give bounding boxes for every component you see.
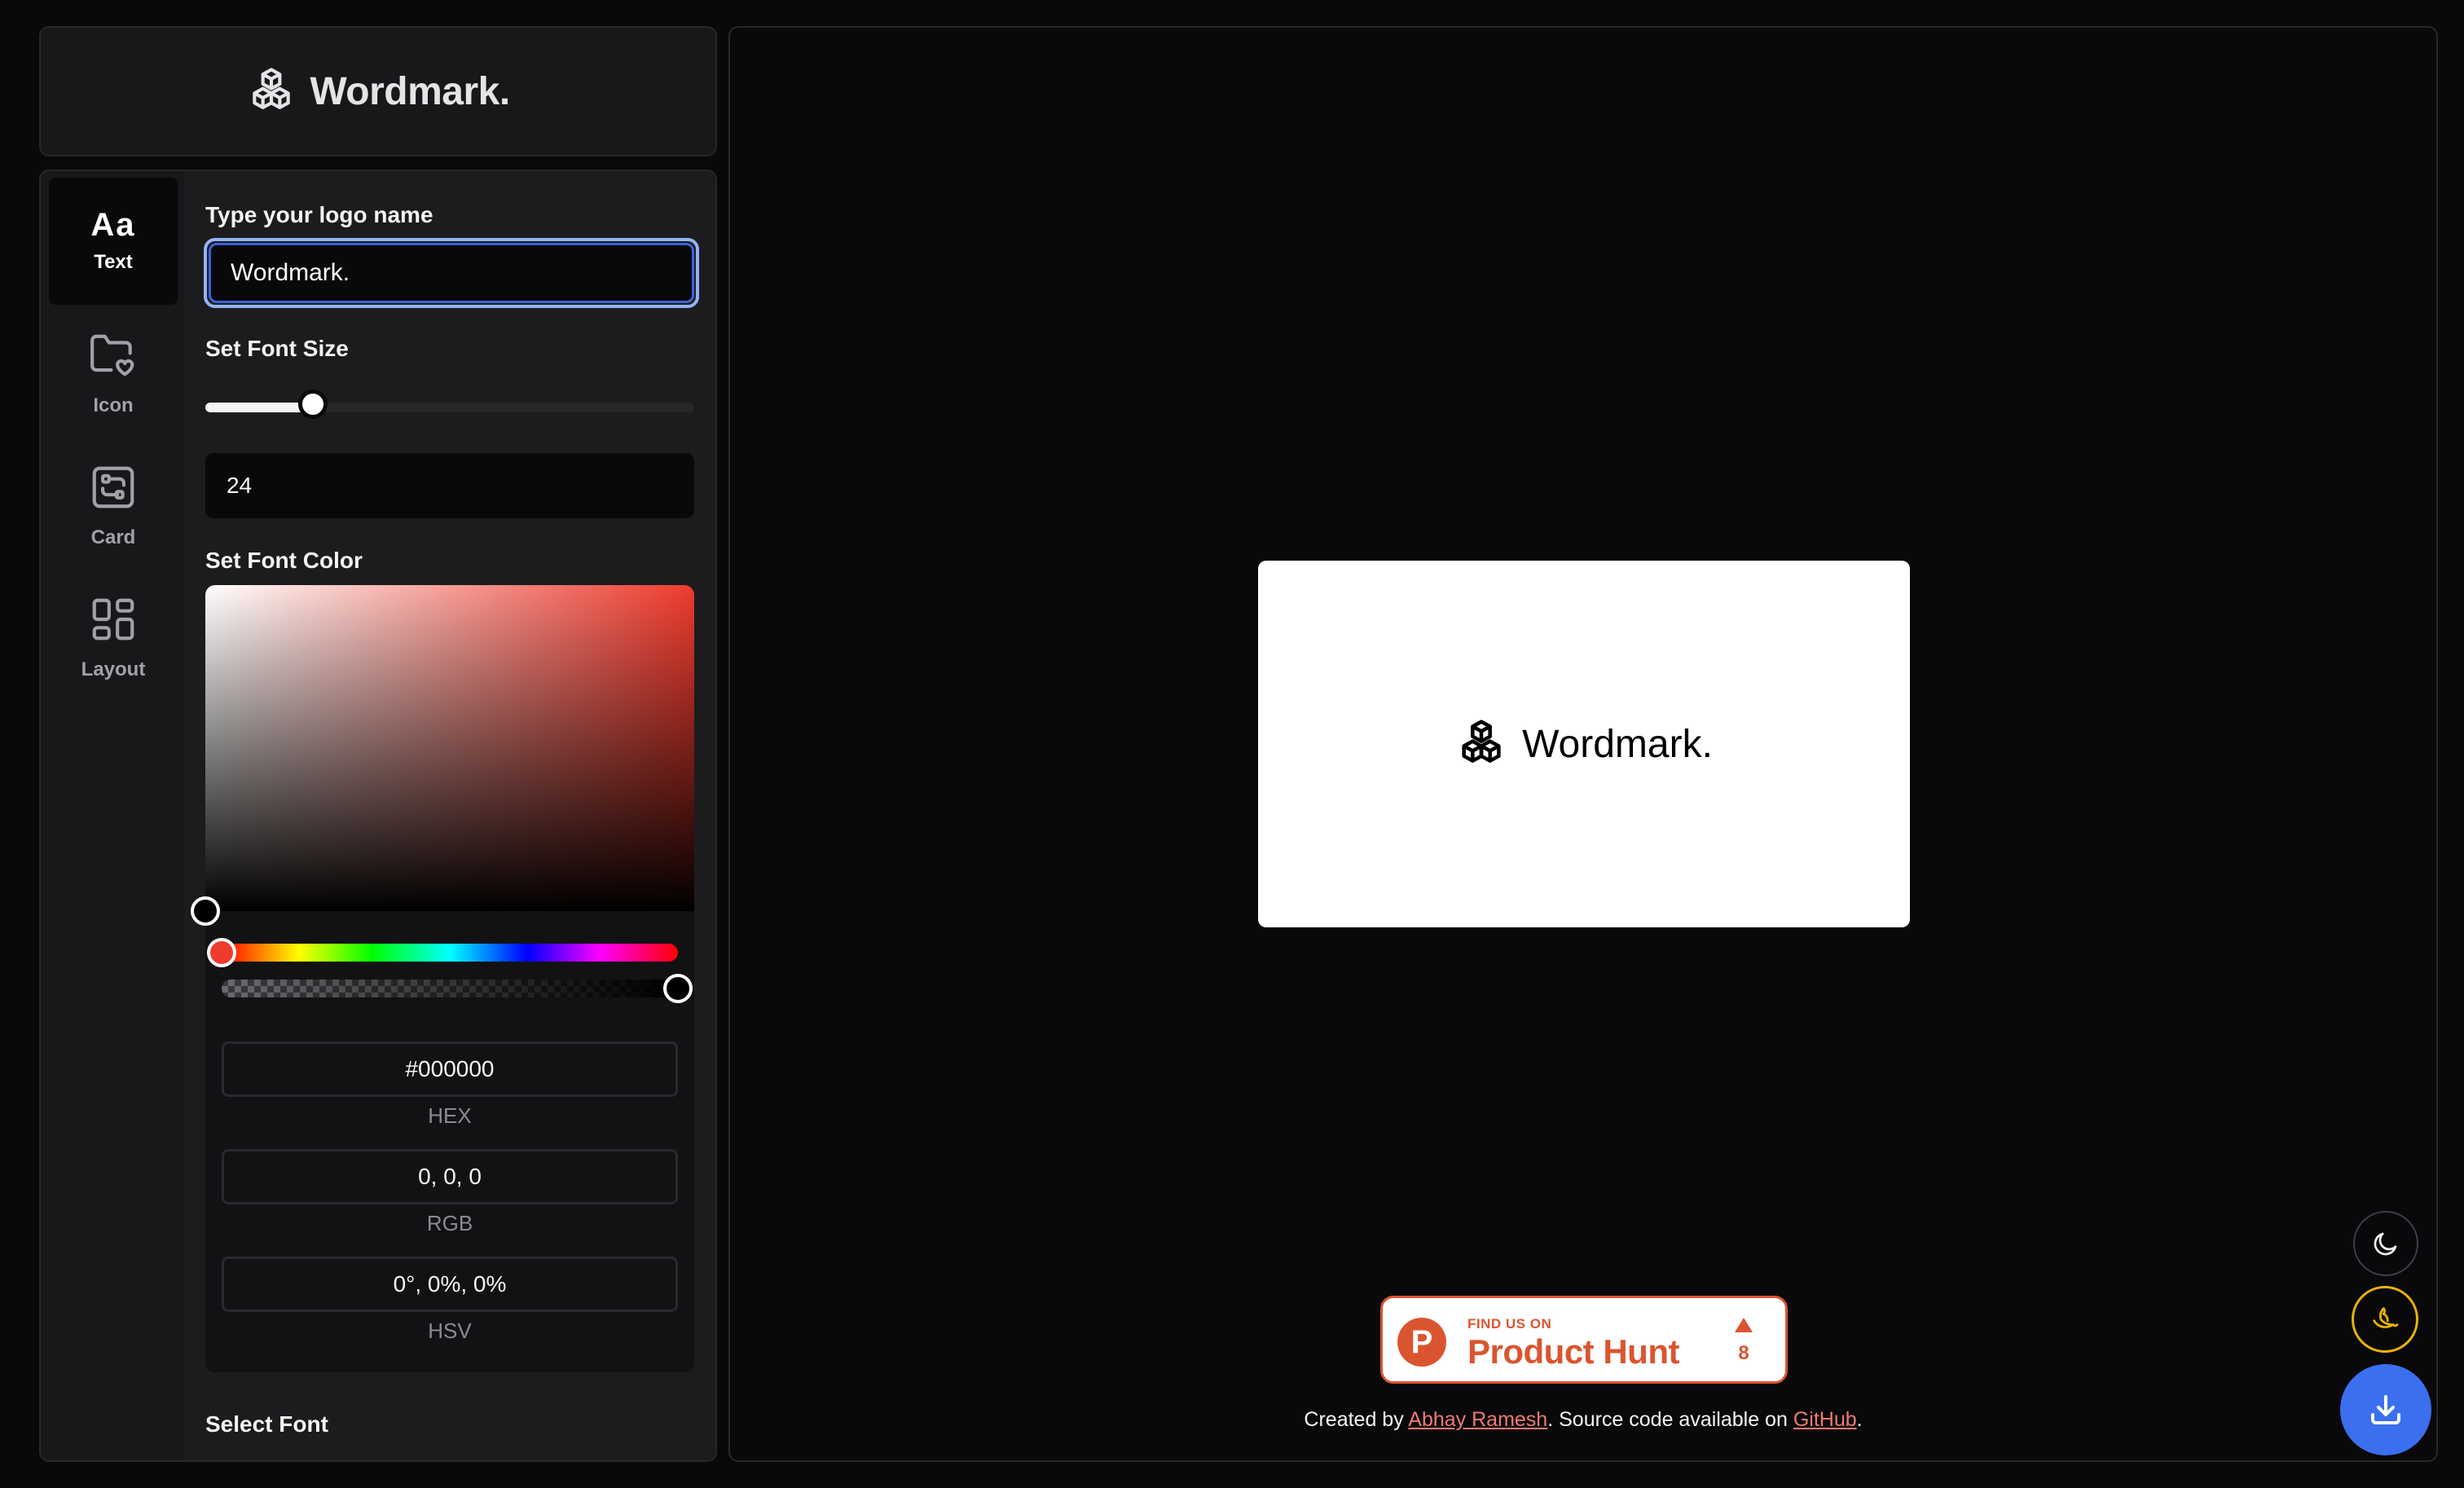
text-controls: Type your logo name Set Font Size 24 Set… [184, 171, 715, 1460]
font-size-slider[interactable] [205, 390, 694, 419]
credits-line: Created by Abhay Ramesh. Source code ava… [730, 1408, 2436, 1432]
moon-icon [2371, 1229, 2400, 1258]
alpha-thumb[interactable] [663, 974, 693, 1003]
alpha-slider[interactable] [222, 974, 693, 1003]
rgb-input[interactable]: 0, 0, 0 [222, 1149, 678, 1204]
select-font-label: Select Font [205, 1411, 328, 1437]
upvote-arrow-icon [1735, 1318, 1753, 1332]
hex-caption: HEX [428, 1103, 472, 1128]
github-link[interactable]: GitHub [1793, 1408, 1857, 1431]
tab-rail: Aa Text Icon Card Layout [41, 171, 184, 1460]
credits-suffix: . [1856, 1408, 1863, 1431]
tab-layout[interactable]: Layout [49, 574, 178, 701]
font-size-slider-thumb[interactable] [298, 390, 328, 419]
font-color-label: Set Font Color [205, 548, 363, 573]
credits-prefix: Created by [1304, 1408, 1409, 1431]
tab-label: Card [90, 526, 136, 548]
brand-header: Wordmark. [39, 26, 717, 156]
hue-thumb[interactable] [207, 938, 236, 967]
banana-icon [2369, 1303, 2401, 1336]
tab-card[interactable]: Card [49, 442, 178, 569]
folder-heart-icon [88, 330, 139, 385]
card-icon [88, 462, 139, 517]
theme-toggle-button[interactable] [2353, 1211, 2418, 1276]
logo-name-focus-ring [204, 238, 699, 308]
saturation-area[interactable] [205, 585, 694, 911]
tab-label: Text [94, 251, 133, 273]
tab-label: Layout [81, 658, 146, 680]
brand-title: Wordmark. [310, 69, 510, 113]
preview-panel: Wordmark. P FIND US ON Product Hunt 8 Cr… [728, 26, 2438, 1462]
logo-preview-card: Wordmark. [1258, 561, 1910, 927]
logo-name-input[interactable] [209, 243, 694, 303]
hex-input[interactable]: #000000 [222, 1041, 678, 1097]
editor-panel: Aa Text Icon Card Layout Type your logo … [39, 169, 717, 1462]
hsv-caption: HSV [428, 1319, 472, 1343]
rgb-caption: RGB [426, 1211, 473, 1235]
product-hunt-logo: P [1397, 1318, 1446, 1367]
color-picker: #000000 HEX 0, 0, 0 RGB 0°, 0%, 0% HSV [191, 585, 694, 1372]
font-size-input[interactable]: 24 [205, 453, 694, 518]
logo-name-label: Type your logo name [205, 202, 433, 227]
hsv-input[interactable]: 0°, 0%, 0% [222, 1257, 678, 1312]
product-hunt-small-text: FIND US ON [1467, 1316, 1552, 1332]
font-size-slider-fill [205, 403, 313, 412]
layout-grid-icon [88, 594, 139, 649]
download-icon [2366, 1390, 2405, 1429]
tab-icon[interactable]: Icon [49, 310, 178, 437]
font-size-label: Set Font Size [205, 336, 349, 361]
cubes-icon [1455, 716, 1507, 773]
banana-button[interactable] [2352, 1286, 2418, 1353]
upvote-count: 8 [1738, 1342, 1749, 1364]
tab-text[interactable]: Aa Text [49, 178, 178, 305]
author-link[interactable]: Abhay Ramesh [1408, 1408, 1547, 1431]
saturation-thumb[interactable] [191, 896, 220, 926]
cubes-icon [246, 64, 297, 119]
aa-text-icon: Aa [90, 207, 136, 243]
download-button[interactable] [2340, 1364, 2431, 1455]
hue-slider[interactable] [207, 938, 678, 967]
credits-middle: . Source code available on [1547, 1408, 1793, 1431]
tab-label: Icon [93, 394, 134, 416]
logo-preview-text: Wordmark. [1522, 722, 1713, 766]
product-hunt-title: Product Hunt [1467, 1332, 1679, 1371]
product-hunt-badge[interactable]: P FIND US ON Product Hunt 8 [1380, 1296, 1788, 1384]
